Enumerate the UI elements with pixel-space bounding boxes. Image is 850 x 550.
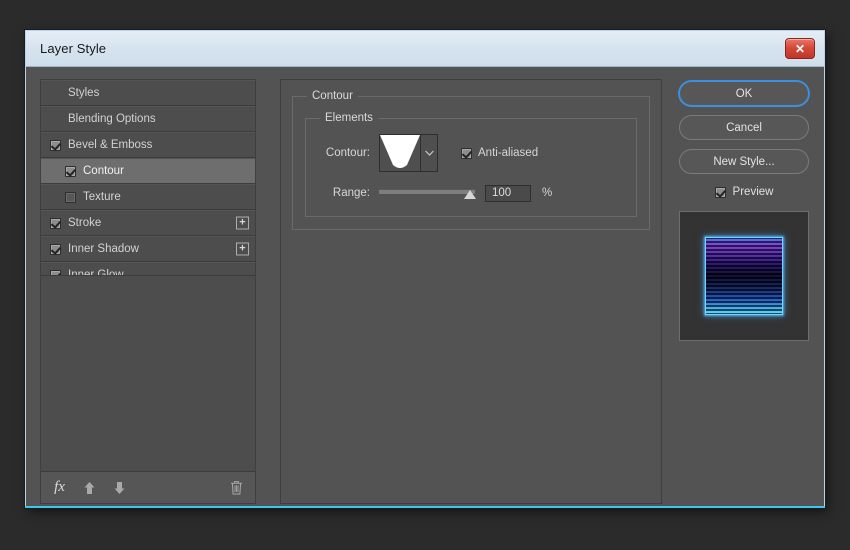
preview-glow-edge: [705, 237, 783, 315]
plus-icon: +: [239, 216, 246, 229]
contour-field-row: Contour: Anti-aliased: [318, 134, 624, 172]
style-enable-checkbox[interactable]: [65, 165, 76, 177]
preview-label: Preview: [732, 186, 774, 198]
styles-list-filler: [41, 275, 255, 471]
chevron-down-icon[interactable]: [420, 135, 437, 171]
cancel-button[interactable]: Cancel: [679, 115, 809, 140]
antialiased-label: Anti-aliased: [478, 147, 539, 159]
dialog-title: Layer Style: [40, 41, 107, 56]
range-label: Range:: [332, 187, 370, 199]
style-row-label: Blending Options: [68, 113, 156, 125]
elements-group: Elements Contour: Anti-aliased Range: 10…: [305, 112, 637, 217]
style-row-contour[interactable]: Contour: [41, 158, 255, 184]
style-row-inner-glow[interactable]: Inner Glow: [41, 262, 255, 275]
preview-artwork: [705, 237, 783, 315]
close-button[interactable]: ✕: [785, 38, 815, 59]
delete-button[interactable]: [228, 479, 245, 496]
style-enable-checkbox[interactable]: [50, 139, 61, 151]
range-unit-label: %: [542, 187, 553, 199]
style-row-stroke[interactable]: Stroke +: [41, 210, 255, 236]
range-slider-thumb[interactable]: [464, 190, 476, 199]
elements-group-title: Elements: [325, 112, 373, 124]
style-row-inner-shadow[interactable]: Inner Shadow +: [41, 236, 255, 262]
style-row-label: Styles: [68, 87, 100, 99]
move-down-button[interactable]: [111, 479, 128, 496]
contour-preset-picker[interactable]: [379, 134, 438, 172]
style-row-blending-options[interactable]: Blending Options: [41, 106, 255, 132]
ok-button[interactable]: OK: [679, 81, 809, 106]
range-field-row: Range: 100 %: [318, 182, 624, 204]
preview-checkbox-box[interactable]: [714, 186, 726, 198]
layer-style-dialog: Layer Style ✕ Styles Blending Options Beve…: [25, 30, 825, 508]
move-up-button[interactable]: [81, 479, 98, 496]
style-row-label: Stroke: [68, 217, 102, 229]
style-row-bevel-emboss[interactable]: Bevel & Emboss: [41, 132, 255, 158]
preview-checkbox[interactable]: Preview: [714, 186, 774, 198]
styles-panel: Styles Blending Options Bevel & Emboss Cont…: [40, 79, 256, 504]
style-enable-checkbox[interactable]: [50, 243, 61, 255]
styles-list[interactable]: Styles Blending Options Bevel & Emboss Cont…: [41, 80, 255, 275]
range-input[interactable]: 100: [485, 184, 531, 202]
dialog-body: Styles Blending Options Bevel & Emboss Cont…: [26, 67, 824, 518]
antialiased-checkbox[interactable]: Anti-aliased: [461, 147, 538, 159]
options-panel: Contour Elements Contour: Anti-aliased R…: [280, 79, 662, 504]
styles-toolbar: fx: [41, 471, 255, 503]
add-effect-button[interactable]: +: [236, 216, 249, 230]
dialog-titlebar[interactable]: Layer Style ✕: [26, 31, 824, 67]
new-style-button[interactable]: New Style...: [679, 149, 809, 174]
contour-group: Contour Elements Contour: Anti-aliased R…: [292, 90, 650, 230]
plus-icon: +: [239, 242, 246, 255]
arrow-down-icon: [114, 481, 125, 494]
contour-label: Contour:: [325, 147, 370, 159]
style-enable-checkbox[interactable]: [65, 191, 76, 203]
actions-panel: OK Cancel New Style... Preview: [678, 79, 810, 504]
preview-thumbnail: [679, 211, 809, 341]
style-row-label: Contour: [83, 165, 124, 177]
style-row-texture[interactable]: Texture: [41, 184, 255, 210]
style-row-label: Inner Glow: [68, 269, 124, 275]
arrow-up-icon: [84, 481, 95, 494]
style-row-styles[interactable]: Styles: [41, 80, 255, 106]
trash-icon: [231, 481, 242, 495]
style-enable-checkbox[interactable]: [50, 217, 61, 229]
style-row-label: Texture: [83, 191, 121, 203]
range-slider-track: [379, 189, 475, 194]
antialiased-checkbox-box[interactable]: [461, 147, 472, 159]
close-icon: ✕: [794, 41, 806, 56]
style-enable-checkbox[interactable]: [50, 269, 61, 275]
contour-group-title: Contour: [312, 90, 353, 102]
fx-icon: fx: [54, 479, 65, 495]
style-row-label: Bevel & Emboss: [68, 139, 153, 151]
fx-button[interactable]: fx: [51, 479, 68, 496]
contour-curve-preview: [380, 135, 420, 171]
style-row-label: Inner Shadow: [68, 243, 139, 255]
add-effect-button[interactable]: +: [236, 242, 249, 256]
range-slider[interactable]: [379, 185, 476, 201]
